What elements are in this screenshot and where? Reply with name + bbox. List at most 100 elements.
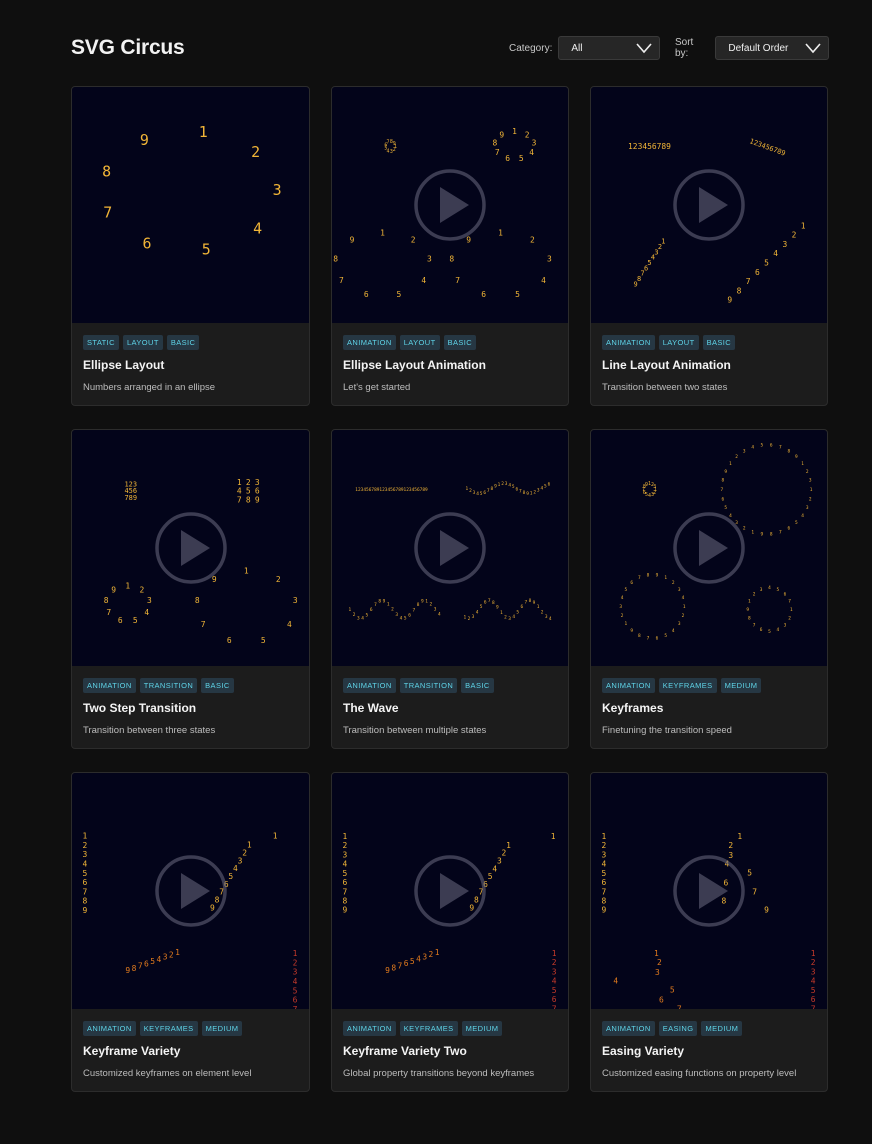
- card-preview[interactable]: 1234567891231234567891234567891234567891…: [591, 430, 827, 666]
- play-icon[interactable]: [672, 168, 746, 242]
- card-title[interactable]: Keyframe Variety Two: [343, 1044, 556, 1058]
- tag[interactable]: EASING: [658, 1021, 698, 1036]
- digit-glyph: 2: [809, 496, 812, 502]
- tag[interactable]: KEYFRAMES: [399, 1021, 458, 1036]
- play-icon[interactable]: [413, 511, 487, 585]
- card-title[interactable]: Keyframe Variety: [83, 1044, 297, 1058]
- tag[interactable]: TRANSITION: [399, 678, 458, 693]
- card-preview[interactable]: 1234567891123456789123456789123456789: [72, 773, 309, 1009]
- chevron-down-icon: [805, 43, 821, 54]
- digit-glyph: 9: [630, 628, 633, 634]
- card-title[interactable]: Easing Variety: [602, 1044, 815, 1058]
- demo-card[interactable]: 1234567891123456789123456789123456789 AN…: [71, 772, 310, 1092]
- play-icon[interactable]: [413, 854, 487, 928]
- digit-glyph: 5: [516, 610, 519, 616]
- tag[interactable]: BASIC: [201, 678, 234, 693]
- demo-card[interactable]: 1234567891231234567891234567891234567891…: [590, 429, 828, 749]
- play-icon[interactable]: [672, 511, 746, 585]
- demo-card[interactable]: 123456789123456789123456789123456789 ANI…: [590, 86, 828, 406]
- digit-glyph: 4: [156, 955, 161, 964]
- digit-glyph: 789: [124, 494, 137, 502]
- digit-glyph: 3: [537, 488, 540, 494]
- digit-glyph: 3: [497, 857, 502, 866]
- tag[interactable]: BASIC: [166, 335, 200, 350]
- digit-glyph: 4: [400, 615, 403, 621]
- digit-glyph: 3: [809, 478, 812, 484]
- card-preview[interactable]: 123456789123456789123456789123456789: [591, 773, 827, 1009]
- card-title[interactable]: Keyframes: [602, 701, 815, 715]
- digit-glyph: 9: [496, 604, 499, 610]
- digit-glyph: 7: [811, 1004, 816, 1009]
- card-title[interactable]: Two Step Transition: [83, 701, 297, 715]
- tag[interactable]: ANIMATION: [83, 678, 136, 693]
- tag[interactable]: MEDIUM: [720, 678, 762, 693]
- digit-glyph: 9: [83, 906, 88, 915]
- digit-glyph: 1: [500, 610, 503, 616]
- card-preview[interactable]: 123456789123456789123456789123456789: [72, 430, 309, 666]
- demo-card[interactable]: 123456789123456789123456789123456789 ANI…: [590, 772, 828, 1092]
- digit-glyph: 6: [364, 290, 369, 299]
- demo-card[interactable]: 123456789123456789123456789123456789 ANI…: [71, 429, 310, 749]
- digit-glyph: 1: [664, 575, 667, 581]
- play-icon[interactable]: [413, 168, 487, 242]
- digit-glyph: 2: [276, 575, 281, 584]
- tag[interactable]: LAYOUT: [122, 335, 163, 350]
- demo-card[interactable]: 123456789123456789123456789 1 2 3 4 5 6 7 8 9 1 2 3 4…: [331, 429, 569, 749]
- tag[interactable]: ANIMATION: [343, 678, 396, 693]
- card-title[interactable]: Ellipse Layout: [83, 358, 297, 372]
- digit-glyph: 5: [488, 872, 493, 881]
- digit-glyph: 4: [438, 612, 441, 618]
- card-title[interactable]: Ellipse Layout Animation: [343, 358, 556, 372]
- digit-glyph: 5: [261, 636, 266, 645]
- digit-glyph: 3: [651, 492, 654, 498]
- tag[interactable]: ANIMATION: [343, 1021, 396, 1036]
- category-select[interactable]: All: [558, 36, 661, 60]
- tag[interactable]: BASIC: [702, 335, 736, 350]
- digit-glyph: 2: [602, 841, 607, 850]
- tag[interactable]: ANIMATION: [602, 678, 655, 693]
- digit-glyph: 9: [125, 966, 130, 975]
- tag[interactable]: STATIC: [83, 335, 119, 350]
- card-preview[interactable]: 123456789123456789123456789123456789: [591, 87, 827, 323]
- digit-glyph: 3: [653, 484, 656, 490]
- play-icon[interactable]: [672, 854, 746, 928]
- play-icon[interactable]: [154, 854, 228, 928]
- card-description: Numbers arranged in an ellipse: [83, 382, 216, 393]
- digit-glyph: 6: [760, 627, 763, 633]
- tag[interactable]: BASIC: [461, 678, 494, 693]
- demo-card[interactable]: 1 2 3 4 5 6 7 8 9 STATIC LAYOUT BASIC Ellipse La…: [71, 86, 310, 406]
- tag[interactable]: ANIMATION: [343, 335, 396, 350]
- digit-glyph: 8: [343, 897, 348, 906]
- tag[interactable]: KEYFRAMES: [658, 678, 717, 693]
- demo-card[interactable]: 123456789123456789123456789123456789 ANI…: [331, 86, 569, 406]
- tag[interactable]: LAYOUT: [658, 335, 699, 350]
- tag[interactable]: MEDIUM: [701, 1021, 743, 1036]
- tag[interactable]: ANIMATION: [602, 335, 655, 350]
- demo-card[interactable]: 1234567891123456789123456789123456789 AN…: [331, 772, 569, 1092]
- digit-glyph: 5: [761, 443, 764, 449]
- digit-glyph: 8: [333, 254, 338, 263]
- tag[interactable]: BASIC: [443, 335, 477, 350]
- card-title[interactable]: Line Layout Animation: [602, 358, 815, 372]
- digit-glyph: 2: [621, 613, 624, 619]
- tag[interactable]: TRANSITION: [139, 678, 198, 693]
- tag[interactable]: ANIMATION: [83, 1021, 136, 1036]
- tag[interactable]: MEDIUM: [461, 1021, 503, 1036]
- tag[interactable]: ANIMATION: [602, 1021, 655, 1036]
- card-preview[interactable]: 123456789123456789123456789 1 2 3 4 5 6 7 8 9 1 2 3 4…: [332, 430, 568, 666]
- digit-glyph: 6: [787, 526, 790, 532]
- card-preview[interactable]: 1234567891123456789123456789123456789: [332, 773, 568, 1009]
- card-preview[interactable]: 1 2 3 4 5 6 7 8 9: [72, 87, 309, 323]
- digit-glyph: 1: [425, 598, 428, 604]
- digit-glyph: 6: [602, 878, 607, 887]
- tag[interactable]: LAYOUT: [399, 335, 440, 350]
- digit-glyph: 6: [370, 607, 373, 613]
- card-preview[interactable]: 123456789123456789123456789123456789: [332, 87, 568, 323]
- card-description: Transition between two states: [602, 382, 728, 393]
- sort-select[interactable]: Default Order: [715, 36, 829, 60]
- digit-glyph: 7: [488, 598, 491, 604]
- card-title[interactable]: The Wave: [343, 701, 556, 715]
- play-icon[interactable]: [154, 511, 228, 585]
- tag[interactable]: MEDIUM: [201, 1021, 243, 1036]
- tag[interactable]: KEYFRAMES: [139, 1021, 198, 1036]
